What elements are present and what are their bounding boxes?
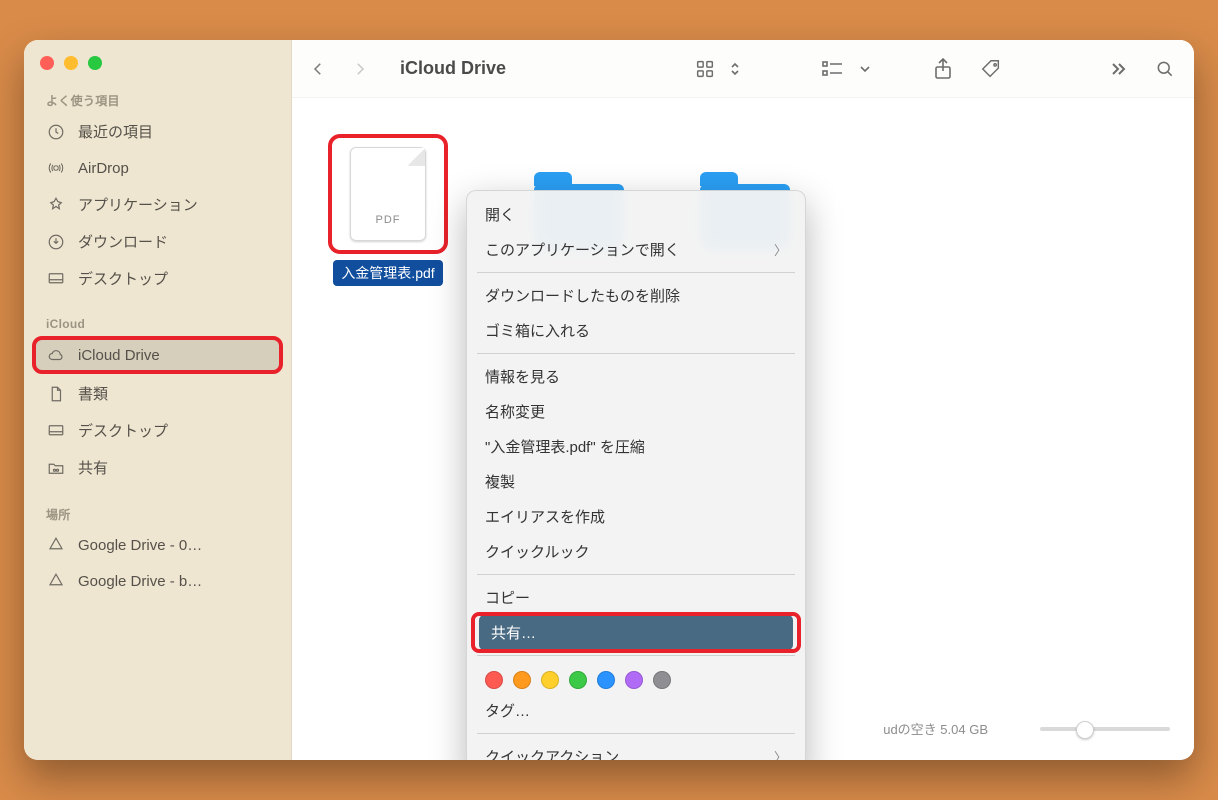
sidebar-item-label: AirDrop — [78, 160, 129, 177]
sidebar-item-downloads[interactable]: ダウンロード — [32, 224, 283, 259]
sidebar-item-airdrop[interactable]: AirDrop — [32, 151, 283, 185]
ctx-quick-actions[interactable]: クイックアクション〉 — [467, 739, 805, 760]
document-icon — [46, 384, 66, 404]
ctx-copy[interactable]: コピー — [467, 580, 805, 615]
shared-folder-icon — [46, 458, 66, 478]
status-bar: udの空き 5.04 GB — [883, 719, 1170, 738]
sidebar-item-label: 共有 — [78, 457, 108, 478]
airdrop-icon — [46, 158, 66, 178]
sidebar-item-label: 最近の項目 — [78, 121, 153, 142]
ctx-make-alias[interactable]: エイリアスを作成 — [467, 499, 805, 534]
group-by-button[interactable] — [818, 55, 848, 83]
ctx-share[interactable]: 共有… — [479, 615, 793, 650]
sidebar-item-documents[interactable]: 書類 — [32, 376, 283, 411]
context-menu: 開く このアプリケーションで開く〉 ダウンロードしたものを削除 ゴミ箱に入れる … — [466, 190, 806, 760]
applications-icon — [46, 195, 66, 215]
chevron-right-icon: 〉 — [774, 747, 787, 760]
desktop-icon — [46, 421, 66, 441]
tag-green[interactable] — [569, 671, 587, 689]
sidebar-section-favorites-title: よく使う項目 — [24, 84, 291, 113]
sidebar: よく使う項目 最近の項目 AirDrop アプリケーション ダウンロード — [24, 40, 292, 760]
drive-icon — [46, 571, 66, 591]
sidebar-item-label: アプリケーション — [78, 194, 198, 215]
pdf-badge: PDF — [351, 214, 425, 226]
sidebar-item-desktop[interactable]: デスクトップ — [32, 261, 283, 296]
back-button[interactable] — [306, 57, 330, 81]
sidebar-section-locations-title: 場所 — [24, 498, 291, 527]
sidebar-item-gdrive-b[interactable]: Google Drive - b… — [32, 564, 283, 598]
pdf-file-icon: PDF — [350, 147, 426, 241]
sidebar-item-label: 書類 — [78, 383, 108, 404]
ctx-get-info[interactable]: 情報を見る — [467, 359, 805, 394]
ctx-tag-colors — [467, 661, 805, 693]
tag-red[interactable] — [485, 671, 503, 689]
ctx-tags[interactable]: タグ… — [467, 693, 805, 728]
chevron-down-icon[interactable] — [858, 55, 872, 83]
ctx-duplicate[interactable]: 複製 — [467, 464, 805, 499]
toolbar: iCloud Drive — [292, 40, 1194, 98]
share-button[interactable] — [928, 55, 958, 83]
ctx-compress[interactable]: "入金管理表.pdf" を圧縮 — [467, 429, 805, 464]
sidebar-item-label: デスクトップ — [78, 420, 168, 441]
icon-size-slider[interactable] — [1040, 727, 1170, 731]
finder-window: よく使う項目 最近の項目 AirDrop アプリケーション ダウンロード — [24, 40, 1194, 760]
tag-purple[interactable] — [625, 671, 643, 689]
tag-gray[interactable] — [653, 671, 671, 689]
clock-icon — [46, 122, 66, 142]
more-button[interactable] — [1102, 55, 1132, 83]
drive-icon — [46, 535, 66, 555]
file-item-selected[interactable]: PDF 入金管理表.pdf — [318, 134, 458, 286]
sidebar-item-label: Google Drive - b… — [78, 573, 202, 590]
cloud-icon — [46, 345, 66, 365]
ctx-move-to-trash[interactable]: ゴミ箱に入れる — [467, 313, 805, 348]
ctx-rename[interactable]: 名称変更 — [467, 394, 805, 429]
view-options-updown-icon[interactable] — [728, 55, 742, 83]
chevron-right-icon: 〉 — [774, 240, 787, 259]
tags-button[interactable] — [976, 55, 1006, 83]
sidebar-section-icloud-title: iCloud — [24, 309, 291, 335]
ctx-quicklook[interactable]: クイックルック — [467, 534, 805, 569]
window-traffic-lights — [24, 50, 291, 84]
sidebar-item-label: Google Drive - 0… — [78, 537, 202, 554]
sidebar-item-label: ダウンロード — [78, 231, 168, 252]
zoom-window-button[interactable] — [88, 56, 102, 70]
sidebar-item-recents[interactable]: 最近の項目 — [32, 114, 283, 149]
desktop-icon — [46, 269, 66, 289]
downloads-icon — [46, 232, 66, 252]
sidebar-item-gdrive-0[interactable]: Google Drive - 0… — [32, 528, 283, 562]
ctx-remove-download[interactable]: ダウンロードしたものを削除 — [467, 278, 805, 313]
sidebar-item-shared[interactable]: 共有 — [32, 450, 283, 485]
location-title: iCloud Drive — [400, 58, 506, 79]
sidebar-item-label: iCloud Drive — [78, 347, 160, 364]
close-window-button[interactable] — [40, 56, 54, 70]
view-icon-grid-button[interactable] — [690, 55, 720, 83]
free-space-label: udの空き 5.04 GB — [883, 719, 988, 738]
sidebar-item-icloud-drive[interactable]: iCloud Drive — [32, 336, 283, 374]
file-name-label[interactable]: 入金管理表.pdf — [333, 260, 442, 286]
minimize-window-button[interactable] — [64, 56, 78, 70]
tag-orange[interactable] — [513, 671, 531, 689]
tag-blue[interactable] — [597, 671, 615, 689]
tag-yellow[interactable] — [541, 671, 559, 689]
ctx-open[interactable]: 開く — [467, 197, 805, 232]
forward-button[interactable] — [348, 57, 372, 81]
annotation-highlight-file: PDF — [328, 134, 448, 254]
sidebar-item-icloud-desktop[interactable]: デスクトップ — [32, 413, 283, 448]
sidebar-item-applications[interactable]: アプリケーション — [32, 187, 283, 222]
ctx-open-with[interactable]: このアプリケーションで開く〉 — [467, 232, 805, 267]
sidebar-item-label: デスクトップ — [78, 268, 168, 289]
search-button[interactable] — [1150, 55, 1180, 83]
